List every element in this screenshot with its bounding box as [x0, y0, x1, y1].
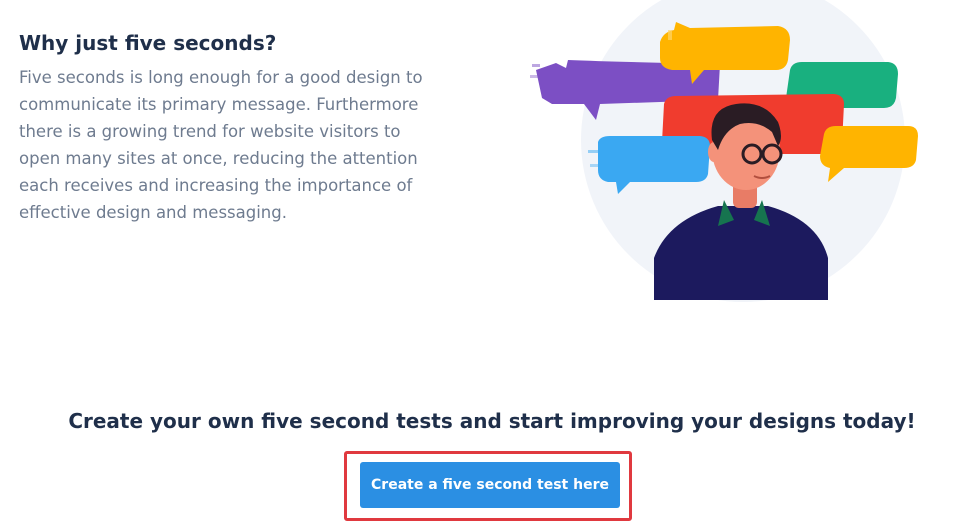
speech-bubbles-illustration: [530, 0, 918, 302]
section-heading: Why just five seconds?: [19, 31, 277, 55]
cta-heading: Create your own five second tests and st…: [68, 409, 916, 433]
cta-button-highlight: Create a five second test here: [344, 451, 632, 521]
create-test-button[interactable]: Create a five second test here: [360, 462, 620, 508]
section-body-text: Five seconds is long enough for a good d…: [19, 68, 423, 222]
